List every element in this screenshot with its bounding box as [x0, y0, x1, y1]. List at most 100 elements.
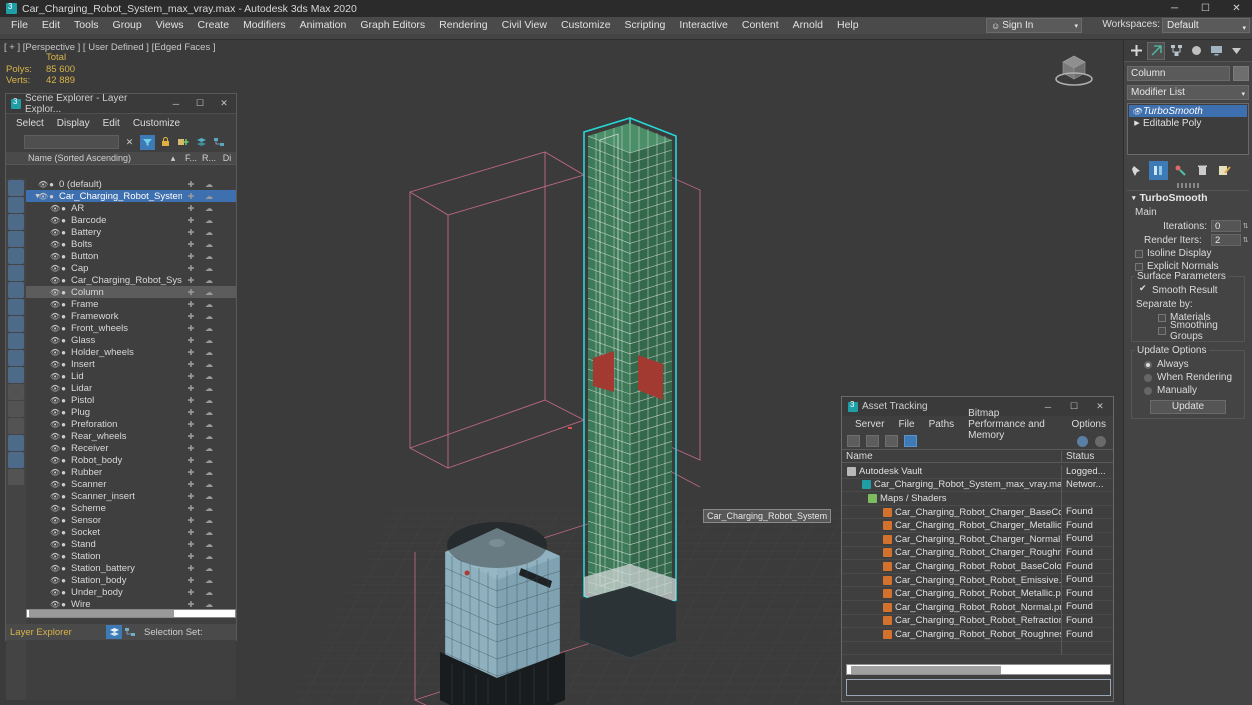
- scene-explorer-row[interactable]: 👁 ● Scheme ✚ ☁: [26, 502, 236, 514]
- frozen-cell[interactable]: ✚: [182, 336, 200, 345]
- frozen-cell[interactable]: ✚: [182, 600, 200, 609]
- scene-explorer-row[interactable]: 👁 ● Insert ✚ ☁: [26, 358, 236, 370]
- eye-icon[interactable]: 👁: [50, 228, 60, 237]
- render-cell[interactable]: ☁: [200, 456, 218, 465]
- frozen-cell[interactable]: ✚: [182, 348, 200, 357]
- maximize-button[interactable]: ☐: [1190, 0, 1221, 17]
- render-cell[interactable]: ☁: [200, 264, 218, 273]
- frozen-cell[interactable]: ✚: [182, 288, 200, 297]
- menu-item-scripting[interactable]: Scripting: [618, 17, 673, 34]
- frozen-cell[interactable]: ✚: [182, 264, 200, 273]
- scrollbar-thumb[interactable]: [29, 610, 174, 617]
- render-cell[interactable]: ☁: [200, 420, 218, 429]
- menu-item-views[interactable]: Views: [149, 17, 191, 34]
- menu-item-rendering[interactable]: Rendering: [432, 17, 494, 34]
- scene-explorer-row[interactable]: 👁 ● Cap ✚ ☁: [26, 262, 236, 274]
- add-selection-icon[interactable]: [176, 135, 191, 150]
- render-cell[interactable]: ☁: [200, 204, 218, 213]
- frozen-cell[interactable]: ✚: [182, 360, 200, 369]
- check-out-icon[interactable]: [866, 435, 879, 447]
- asset-tracking-row[interactable]: Car_Charging_Robot_Robot_Roughness.pngFo…: [842, 627, 1113, 642]
- modifier-stack-item-turbosmooth[interactable]: 👁 TurboSmooth: [1129, 105, 1247, 117]
- manually-radio[interactable]: [1144, 386, 1152, 395]
- render-cell[interactable]: ☁: [200, 432, 218, 441]
- frozen-cell[interactable]: ✚: [182, 528, 200, 537]
- hierarchy-icon[interactable]: [212, 135, 227, 150]
- frozen-cell[interactable]: ✚: [182, 408, 200, 417]
- help-icon[interactable]: [1077, 435, 1088, 447]
- column-display[interactable]: Di: [218, 153, 236, 163]
- menu-item-tools[interactable]: Tools: [67, 17, 106, 34]
- render-cell[interactable]: ☁: [200, 288, 218, 297]
- modifier-list-dropdown[interactable]: Modifier List ▾: [1127, 85, 1249, 100]
- object-name-input[interactable]: Column: [1127, 66, 1230, 81]
- clear-search-icon[interactable]: ✕: [122, 135, 137, 150]
- scene-explorer-row[interactable]: 👁● Car_Charging_Robot_System✚☁: [26, 274, 236, 286]
- menu-item-modifiers[interactable]: Modifiers: [236, 17, 293, 34]
- scene-explorer-row[interactable]: 👁 ● Scanner_insert ✚ ☁: [26, 490, 236, 502]
- asset-column-status[interactable]: Status: [1061, 450, 1113, 462]
- asset-column-name[interactable]: Name: [842, 451, 1061, 462]
- render-cell[interactable]: ☁: [200, 396, 218, 405]
- eye-icon[interactable]: 👁: [50, 216, 60, 225]
- frozen-cell[interactable]: ✚: [182, 516, 200, 525]
- iterations-spinner[interactable]: ⇅: [1242, 220, 1249, 232]
- eye-icon[interactable]: 👁: [50, 540, 60, 549]
- eye-icon[interactable]: 👁: [50, 300, 60, 309]
- frozen-cell[interactable]: ✚: [182, 372, 200, 381]
- asset-tracking-row[interactable]: Car_Charging_Robot_Robot_Normal.png Found: [842, 600, 1113, 615]
- show-end-result-icon[interactable]: [1149, 160, 1168, 180]
- menu-item-customize[interactable]: Customize: [554, 17, 618, 34]
- asset-tracking-window[interactable]: Asset Tracking ─ ☐ ✕ Server File Paths B…: [841, 396, 1114, 702]
- asset-tracking-row[interactable]: Maps / Shaders: [842, 491, 1113, 506]
- render-cell[interactable]: ☁: [200, 588, 218, 597]
- smooth-result-checkbox[interactable]: [1139, 283, 1148, 295]
- menu-item-group[interactable]: Group: [106, 17, 149, 34]
- eye-icon[interactable]: 👁: [50, 336, 60, 345]
- smoothing-groups-row[interactable]: Smoothing Groups: [1132, 320, 1244, 342]
- asset-tracking-row[interactable]: Car_Charging_Robot_System_max_vray.max Ne…: [842, 478, 1113, 493]
- configure-modifier-sets-icon[interactable]: [1215, 161, 1234, 180]
- eye-icon[interactable]: 👁: [50, 240, 60, 249]
- scene-explorer-row[interactable]: 👁 ● Barcode ✚ ☁: [26, 214, 236, 226]
- settings-icon[interactable]: [1095, 435, 1106, 447]
- render-cell[interactable]: ☁: [200, 192, 218, 201]
- eye-icon[interactable]: 👁: [50, 468, 60, 477]
- scene-explorer-minimize[interactable]: ─: [164, 94, 188, 114]
- panel-grip[interactable]: [1177, 183, 1199, 188]
- frozen-cell[interactable]: ✚: [182, 204, 200, 213]
- eye-icon[interactable]: 👁: [50, 552, 60, 561]
- eye-icon[interactable]: 👁: [50, 420, 60, 429]
- frozen-cell[interactable]: ✚: [182, 540, 200, 549]
- eye-icon[interactable]: 👁: [50, 324, 60, 333]
- render-cell[interactable]: ☁: [200, 348, 218, 357]
- scene-explorer-row[interactable]: 👁 ● Under_body ✚ ☁: [26, 586, 236, 598]
- check-in-icon[interactable]: [847, 435, 860, 447]
- scene-explorer-row[interactable]: 👁 ● Station_battery ✚ ☁: [26, 562, 236, 574]
- asset-tracking-close[interactable]: ✕: [1087, 397, 1113, 416]
- remove-modifier-icon[interactable]: [1193, 161, 1212, 180]
- scene-explorer-row[interactable]: 👁 ● Stand ✚ ☁: [26, 538, 236, 550]
- asset-tracking-row[interactable]: Car_Charging_Robot_Charger_Metallic.pngF…: [842, 518, 1113, 533]
- render-cell[interactable]: ☁: [200, 540, 218, 549]
- column-name[interactable]: Name (Sorted Ascending): [6, 153, 164, 163]
- scene-explorer-row[interactable]: 👁 ● Column ✚ ☁: [26, 286, 236, 298]
- asset-tracking-row[interactable]: Car_Charging_Robot_Charger_Normal.png Fou…: [842, 532, 1113, 547]
- eye-icon[interactable]: 👁: [50, 360, 60, 369]
- se-menu-select[interactable]: Select: [16, 118, 53, 129]
- frozen-cell[interactable]: ✚: [182, 300, 200, 309]
- frozen-cell[interactable]: ✚: [182, 504, 200, 513]
- lights-icon[interactable]: [8, 214, 24, 230]
- at-menu-server[interactable]: Server: [848, 419, 891, 430]
- eye-icon[interactable]: 👁: [50, 432, 60, 441]
- scene-explorer-row[interactable]: 👁 ● Lid ✚ ☁: [26, 370, 236, 382]
- always-radio[interactable]: [1144, 360, 1152, 369]
- eye-icon[interactable]: 👁: [1131, 107, 1143, 116]
- scene-explorer-row[interactable]: 👁 ● Preforation ✚ ☁: [26, 418, 236, 430]
- shapes-icon[interactable]: [8, 333, 24, 349]
- render-cell[interactable]: ☁: [200, 276, 218, 285]
- workspace-select[interactable]: Default ▾: [1162, 18, 1250, 33]
- scene-explorer-row[interactable]: 👁 ● Bolts ✚ ☁: [26, 238, 236, 250]
- isoline-display-checkbox[interactable]: [1135, 249, 1143, 258]
- render-cell[interactable]: ☁: [200, 228, 218, 237]
